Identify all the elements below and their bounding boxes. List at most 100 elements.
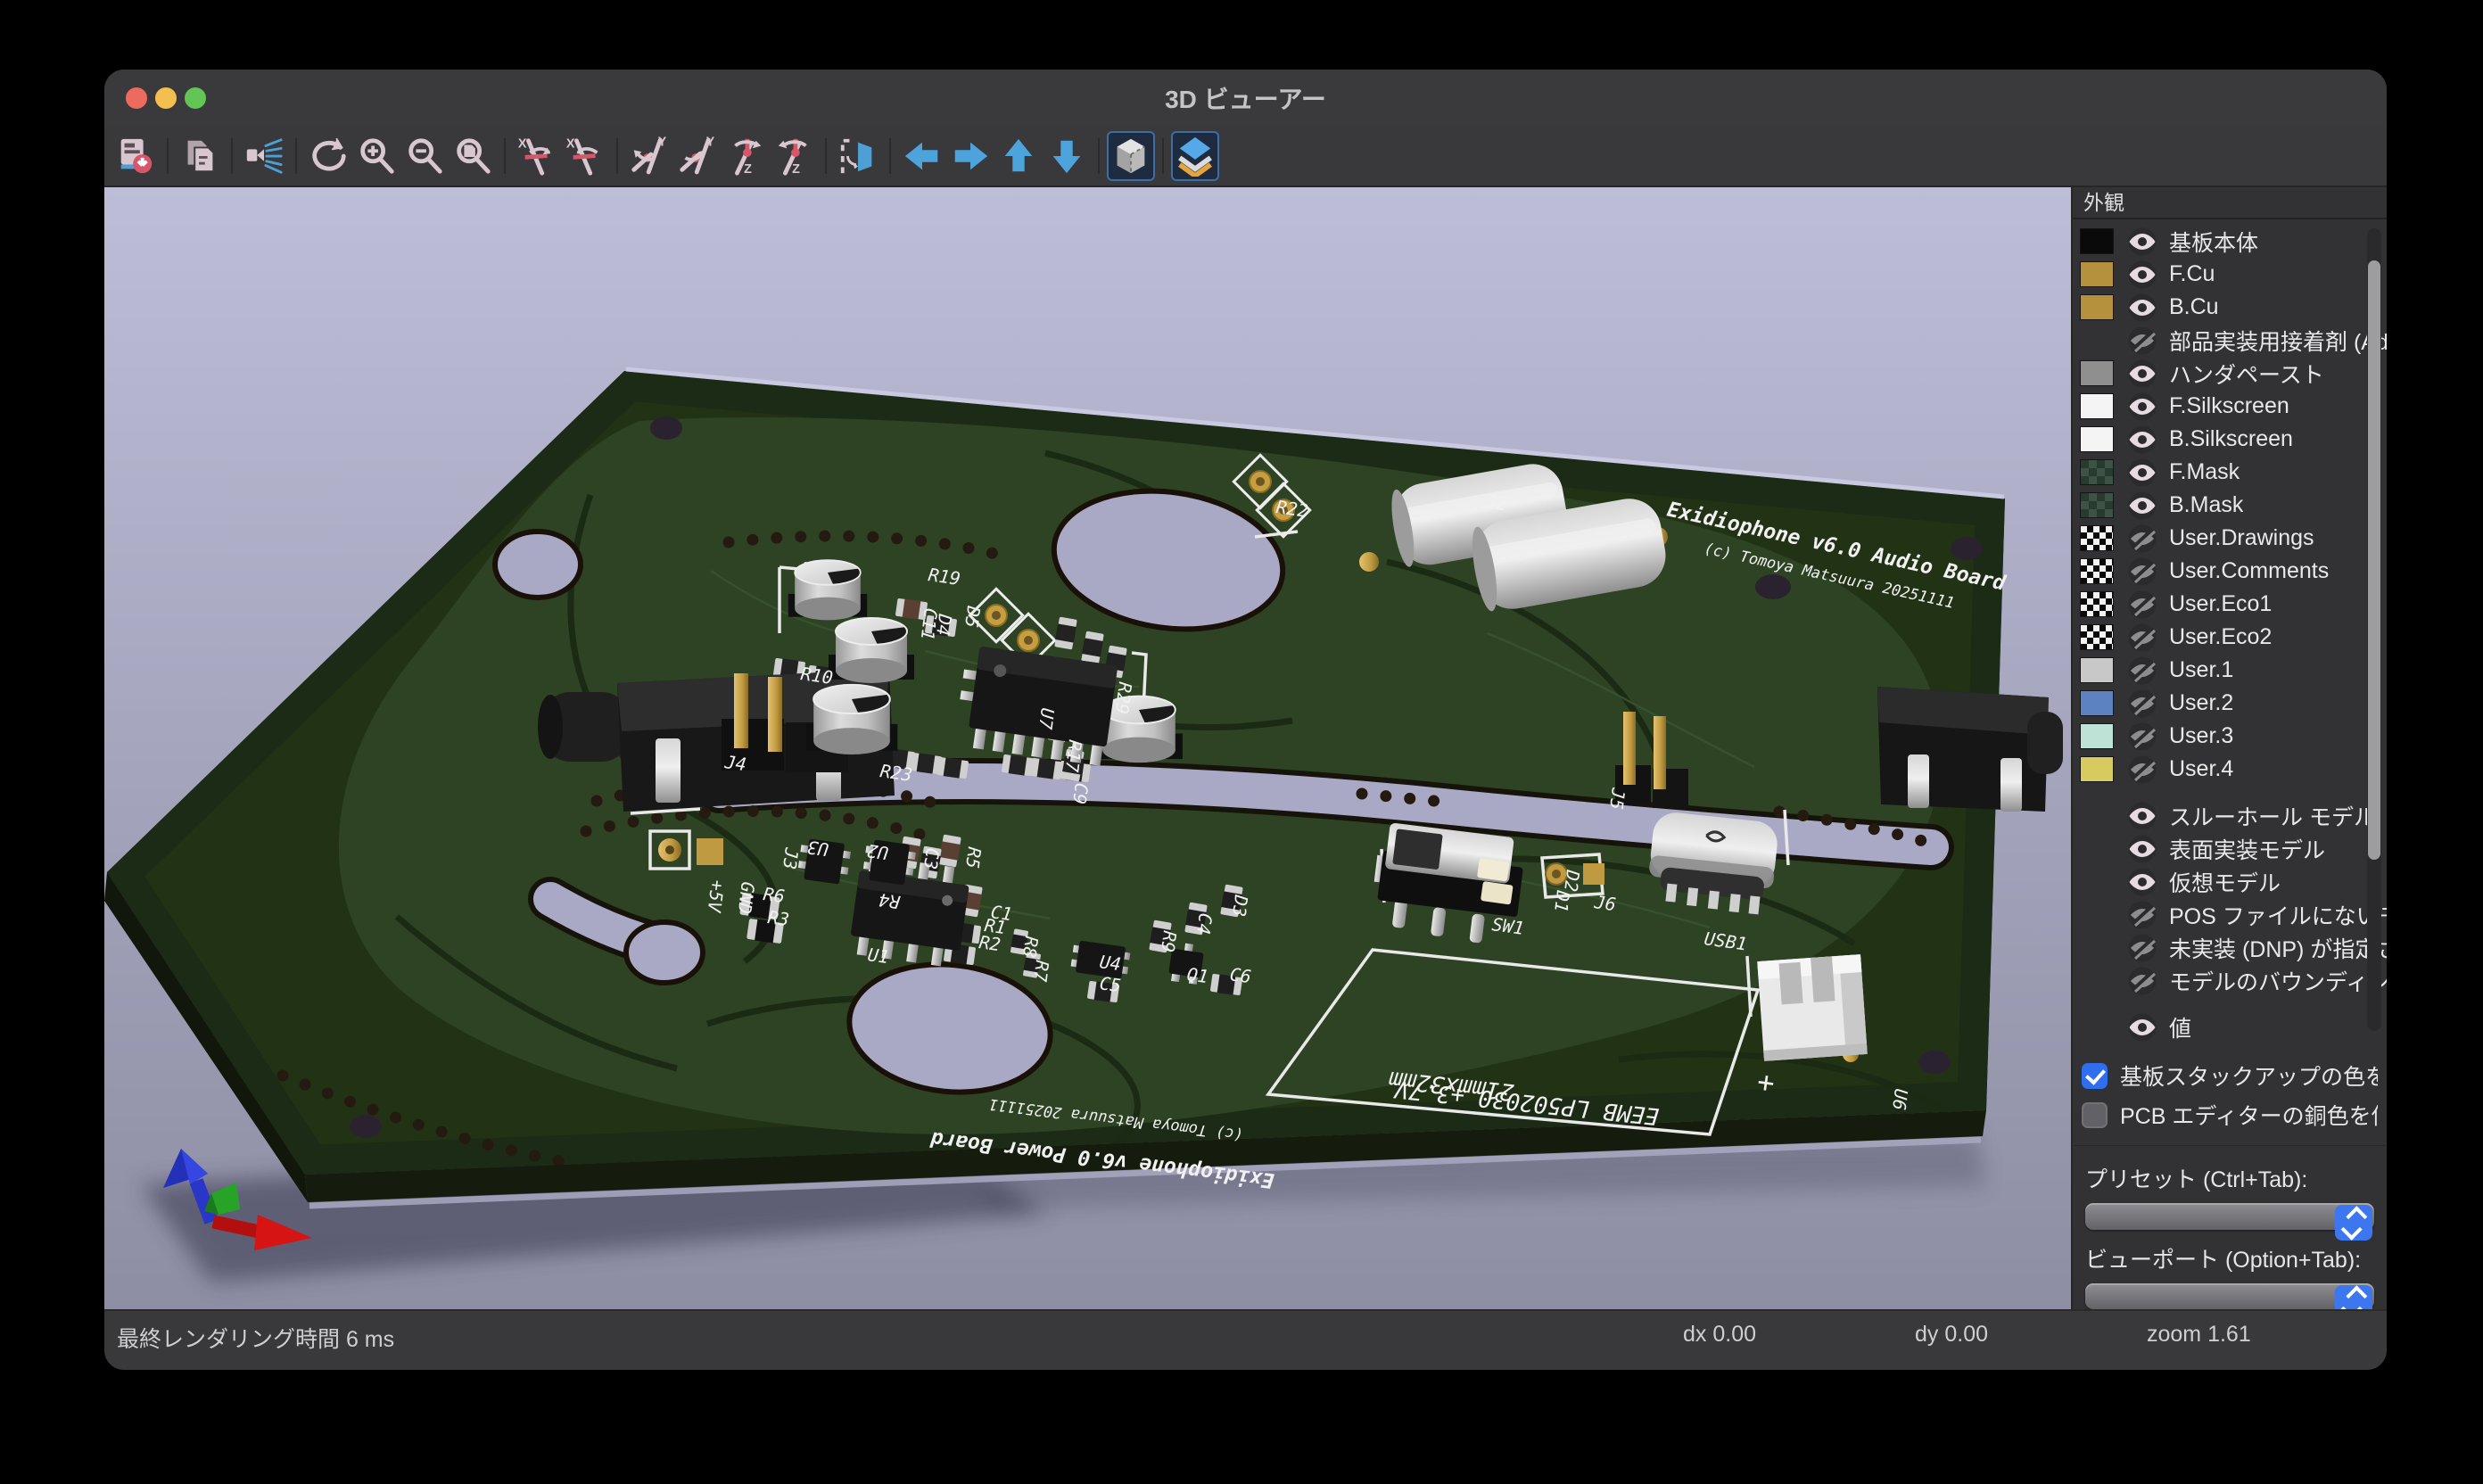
visibility-eye-icon[interactable] <box>2123 801 2162 830</box>
layer-label: User.4 <box>2169 756 2233 782</box>
svg-text:U7: U7 <box>1035 706 1059 730</box>
visibility-eye-icon[interactable] <box>2123 688 2162 718</box>
svg-text:C4: C4 <box>1192 911 1217 936</box>
layer-row: User.1 <box>2073 654 2387 687</box>
visibility-eye-icon[interactable] <box>2123 933 2162 962</box>
board-stackup-colors-checkbox[interactable] <box>2082 1063 2108 1089</box>
layer-color-swatch[interactable] <box>2080 294 2114 320</box>
move-left-icon[interactable] <box>898 131 946 181</box>
preset-dropdown[interactable] <box>2085 1203 2374 1229</box>
layer-row: User.2 <box>2073 687 2387 720</box>
scrollbar-thumb[interactable] <box>2368 260 2380 860</box>
model-option-label: 未実装 (DNP) が指定され <box>2169 932 2387 964</box>
visibility-eye-icon[interactable] <box>2123 622 2162 652</box>
layer-color-swatch[interactable] <box>2080 657 2114 683</box>
reload-board-icon[interactable] <box>111 131 160 181</box>
flip-board-icon[interactable] <box>834 131 882 181</box>
layer-color-swatch[interactable] <box>2080 525 2114 551</box>
pcb-editor-copper-colors-checkbox[interactable] <box>2082 1102 2108 1128</box>
svg-text:R29: R29 <box>1111 680 1136 715</box>
visibility-eye-icon[interactable] <box>2123 491 2162 520</box>
visibility-eye-icon[interactable] <box>2123 524 2162 553</box>
rotate-z-clockwise-icon[interactable]: Z <box>722 131 770 181</box>
values-row: 値 <box>2073 1010 2387 1043</box>
svg-text:D2: D2 <box>1560 868 1584 893</box>
layer-label: User.1 <box>2169 657 2233 683</box>
appearance-panel-title: 外観 <box>2073 187 2387 219</box>
layer-color-swatch[interactable] <box>2080 492 2114 518</box>
visibility-eye-icon[interactable] <box>2123 900 2162 929</box>
layer-color-swatch[interactable] <box>2080 756 2114 782</box>
layer-color-swatch[interactable] <box>2080 360 2114 386</box>
layer-label: F.Mask <box>2169 459 2240 485</box>
svg-text:R17: R17 <box>1061 738 1086 773</box>
svg-text:R3: R3 <box>766 906 790 930</box>
layer-color-swatch[interactable] <box>2080 723 2114 749</box>
visibility-eye-icon[interactable] <box>2123 260 2162 289</box>
3d-viewport-canvas[interactable]: Exidiophone v6.0 Audio Board(c) Tomoya M… <box>104 186 2071 1309</box>
orthographic-projection-icon[interactable] <box>1107 131 1155 181</box>
visibility-eye-icon[interactable] <box>2123 1012 2162 1042</box>
move-right-icon[interactable] <box>946 131 994 181</box>
rotate-x-clockwise-icon[interactable]: X <box>513 131 561 181</box>
layer-row: User.4 <box>2073 753 2387 786</box>
layer-label: User.Comments <box>2169 558 2329 584</box>
layer-label: B.Mask <box>2169 492 2243 518</box>
show-appearance-panel-icon[interactable] <box>1171 131 1219 181</box>
rotate-x-counterclockwise-icon[interactable]: X <box>561 131 609 181</box>
layer-color-swatch[interactable] <box>2080 690 2114 716</box>
visibility-eye-icon[interactable] <box>2123 326 2162 355</box>
visibility-eye-icon[interactable] <box>2123 458 2162 487</box>
move-up-icon[interactable] <box>994 131 1043 181</box>
layer-color-swatch[interactable] <box>2080 228 2114 254</box>
render-raytracing-icon[interactable] <box>240 131 288 181</box>
visibility-eye-icon[interactable] <box>2123 359 2162 388</box>
rotate-y-counterclockwise-icon[interactable]: Y <box>673 131 722 181</box>
layer-color-swatch[interactable] <box>2080 558 2114 584</box>
viewport-dropdown[interactable] <box>2085 1283 2374 1309</box>
visibility-eye-icon[interactable] <box>2123 227 2162 256</box>
svg-text:C9: C9 <box>1068 781 1093 805</box>
copy-image-icon[interactable] <box>176 131 224 181</box>
dx-status: dx 0.00 <box>1683 1322 1756 1348</box>
statusbar: 最終レンダリング時間 6 ms dx 0.00 dy 0.00 zoom 1.6… <box>104 1309 2387 1370</box>
layer-color-swatch[interactable] <box>2080 591 2114 617</box>
layer-row: F.Silkscreen <box>2073 390 2387 423</box>
svg-text:D4: D4 <box>932 612 956 637</box>
model-option-row: 仮想モデル <box>2073 865 2387 898</box>
values-label: 値 <box>2169 1011 2191 1043</box>
layer-color-swatch[interactable] <box>2080 426 2114 452</box>
zoom-in-icon[interactable] <box>352 131 400 181</box>
rotate-y-clockwise-icon[interactable]: Y <box>625 131 673 181</box>
layer-color-swatch[interactable] <box>2080 624 2114 650</box>
visibility-eye-icon[interactable] <box>2123 721 2162 751</box>
visibility-eye-icon[interactable] <box>2123 867 2162 896</box>
layer-color-swatch[interactable] <box>2080 261 2114 287</box>
layer-color-swatch[interactable] <box>2080 459 2114 485</box>
visibility-eye-icon[interactable] <box>2123 556 2162 586</box>
layer-color-swatch[interactable] <box>2080 393 2114 419</box>
usb-connector-usb1 <box>1646 811 1779 916</box>
visibility-eye-icon[interactable] <box>2123 834 2162 863</box>
toolbar: X X Y Y Z Z <box>104 127 2387 186</box>
rotate-z-counterclockwise-icon[interactable]: Z <box>770 131 818 181</box>
layer-label: F.Cu <box>2169 261 2215 287</box>
visibility-eye-icon[interactable] <box>2123 425 2162 454</box>
visibility-eye-icon[interactable] <box>2123 392 2162 421</box>
svg-text:D1: D1 <box>1550 888 1574 913</box>
layer-label: User.2 <box>2169 690 2233 716</box>
visibility-eye-icon[interactable] <box>2123 655 2162 685</box>
visibility-eye-icon[interactable] <box>2123 589 2162 619</box>
zoom-to-fit-icon[interactable] <box>449 131 497 181</box>
svg-text:Q1: Q1 <box>1185 963 1209 987</box>
move-down-icon[interactable] <box>1043 131 1091 181</box>
zoom-out-icon[interactable] <box>400 131 449 181</box>
visibility-eye-icon[interactable] <box>2123 754 2162 784</box>
svg-text:U2: U2 <box>865 840 889 864</box>
scrollbar-track[interactable] <box>2367 228 2381 1031</box>
layer-row: B.Silkscreen <box>2073 423 2387 456</box>
visibility-eye-icon[interactable] <box>2123 293 2162 322</box>
redraw-icon[interactable] <box>304 131 352 181</box>
zoom-status: zoom 1.61 <box>2147 1322 2251 1348</box>
visibility-eye-icon[interactable] <box>2123 966 2162 995</box>
